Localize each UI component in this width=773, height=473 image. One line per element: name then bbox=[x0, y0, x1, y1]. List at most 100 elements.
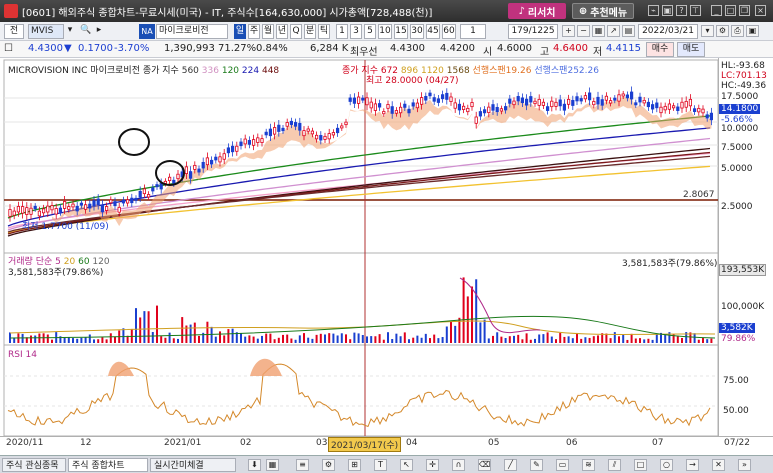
interval-60-button[interactable]: 60 bbox=[442, 24, 456, 39]
volume-bar bbox=[504, 338, 507, 343]
rectangle-icon[interactable]: □ bbox=[634, 459, 647, 471]
volume-bar bbox=[651, 339, 654, 343]
volume-bar bbox=[332, 333, 335, 343]
print-icon[interactable]: ⎙ bbox=[731, 25, 744, 37]
crosshair-icon[interactable]: ✛ bbox=[426, 459, 439, 471]
volume-bar bbox=[294, 339, 297, 343]
zoom-in-icon[interactable]: + bbox=[562, 25, 575, 37]
indicator-icon[interactable]: ≡ bbox=[296, 459, 309, 471]
pin-icon[interactable]: ⊤ bbox=[690, 5, 701, 16]
cursor-icon[interactable]: ↖ bbox=[400, 459, 413, 471]
volume-bar bbox=[261, 335, 263, 343]
period-quarter-tab[interactable]: Q bbox=[290, 24, 302, 39]
period-week-tab[interactable]: 주 bbox=[248, 24, 260, 39]
buy-button[interactable]: 매수 bbox=[646, 42, 674, 57]
lock-icon[interactable]: ▣ bbox=[662, 5, 673, 16]
more-tools-icon[interactable]: » bbox=[738, 459, 751, 471]
ruler-icon[interactable]: ▭ bbox=[556, 459, 569, 471]
range-input[interactable]: 179/1225 bbox=[508, 24, 558, 39]
maximize-icon[interactable]: □ bbox=[725, 5, 736, 16]
period-month-tab[interactable]: 월 bbox=[262, 24, 274, 39]
volume-bar bbox=[576, 332, 578, 343]
candle-body bbox=[432, 97, 436, 102]
interval-45-button[interactable]: 45 bbox=[426, 24, 440, 39]
zoom-out-icon[interactable]: − bbox=[577, 25, 590, 37]
recommend-menu-button[interactable]: ⊕ 추천메뉴 bbox=[572, 3, 634, 19]
symbol-next-icon[interactable]: ▸ bbox=[94, 24, 104, 39]
symbol-input[interactable]: MVIS bbox=[28, 24, 64, 39]
sell-button[interactable]: 매도 bbox=[677, 42, 705, 57]
symbol-search-icon[interactable]: ▾ bbox=[64, 24, 76, 39]
volume-bar bbox=[597, 335, 599, 343]
grid-icon[interactable]: ▦ bbox=[592, 25, 605, 37]
interval-5-button[interactable]: 5 bbox=[364, 24, 376, 39]
candle-body bbox=[29, 207, 33, 215]
download-icon[interactable]: ⬇ bbox=[248, 459, 261, 471]
channel-icon[interactable]: ⫽ bbox=[608, 459, 621, 471]
trendline-icon[interactable]: ╱ bbox=[504, 459, 517, 471]
gear-icon[interactable]: ⚙ bbox=[322, 459, 335, 471]
minimize-icon[interactable]: _ bbox=[711, 5, 722, 16]
question-icon[interactable]: ? bbox=[676, 5, 687, 16]
candle-body bbox=[214, 156, 218, 161]
volume-bar bbox=[93, 339, 95, 343]
restore-icon[interactable]: ❐ bbox=[739, 5, 750, 16]
arrow-icon[interactable]: ↗ bbox=[607, 25, 620, 37]
volume-bar bbox=[231, 328, 234, 343]
task-chart[interactable]: 주식 종합차트 bbox=[68, 458, 148, 472]
symbol-lookup-icon[interactable]: 🔍 bbox=[80, 24, 92, 39]
pen-icon[interactable]: ✎ bbox=[530, 459, 543, 471]
volume-bar bbox=[588, 337, 591, 343]
volume-bar bbox=[277, 337, 280, 343]
research-button[interactable]: ♪ 리서치 bbox=[508, 3, 566, 19]
interval-10-button[interactable]: 10 bbox=[378, 24, 392, 39]
low-value: 4.4115 bbox=[606, 43, 641, 54]
period-minute-tab[interactable]: 분 bbox=[304, 24, 316, 39]
volume-bar bbox=[298, 335, 301, 343]
arrow-tool-icon[interactable]: → bbox=[686, 459, 699, 471]
interval-3-button[interactable]: 3 bbox=[350, 24, 362, 39]
period-day-tab[interactable]: 일 bbox=[234, 24, 246, 39]
date-label: 12 bbox=[80, 438, 92, 448]
volume-bar bbox=[429, 338, 431, 343]
circle-icon[interactable]: ○ bbox=[660, 459, 673, 471]
settings-icon[interactable]: ⚙ bbox=[716, 25, 729, 37]
volume-bar bbox=[151, 332, 154, 343]
candle-body bbox=[146, 194, 151, 198]
count-select[interactable]: 1 bbox=[460, 24, 486, 39]
text-tool-icon[interactable]: T bbox=[374, 459, 387, 471]
candle-body bbox=[264, 131, 268, 136]
calendar-icon[interactable]: ▤ bbox=[622, 25, 635, 37]
compare-icon[interactable]: ⊞ bbox=[348, 459, 361, 471]
high-label: 고 bbox=[540, 47, 550, 58]
link-icon[interactable]: ⌁ bbox=[648, 5, 659, 16]
save-icon[interactable]: ▣ bbox=[746, 25, 759, 37]
candle-body bbox=[188, 171, 193, 179]
period-tick-tab[interactable]: 틱 bbox=[318, 24, 330, 39]
volume-bar bbox=[101, 337, 104, 343]
date-input[interactable]: 2022/03/21 bbox=[638, 24, 698, 39]
candle-body bbox=[281, 127, 285, 132]
interval-30-button[interactable]: 30 bbox=[410, 24, 424, 39]
fibonacci-icon[interactable]: ≋ bbox=[582, 459, 595, 471]
volume-bar bbox=[286, 334, 289, 343]
date-label: 07 bbox=[652, 438, 664, 448]
symbol-name-field[interactable]: 마이크로비전 bbox=[156, 24, 228, 39]
eraser-icon[interactable]: ⌫ bbox=[478, 459, 491, 471]
period-year-tab[interactable]: 년 bbox=[276, 24, 288, 39]
calendar-picker-icon[interactable]: ▾ bbox=[701, 25, 714, 37]
candle-body bbox=[298, 122, 302, 131]
task-unfilled[interactable]: 실시간미체결 bbox=[150, 458, 236, 472]
task-watchlist[interactable]: 주식 관심종목 bbox=[2, 458, 66, 472]
magnet-icon[interactable]: ∩ bbox=[452, 459, 465, 471]
menu-button[interactable]: 전 bbox=[4, 24, 24, 39]
interval-1-button[interactable]: 1 bbox=[336, 24, 348, 39]
layout-icon[interactable]: ▦ bbox=[266, 459, 279, 471]
candle-body bbox=[394, 110, 399, 114]
volume-bar bbox=[399, 336, 402, 343]
close-icon[interactable]: × bbox=[755, 5, 766, 16]
interval-15-button[interactable]: 15 bbox=[394, 24, 408, 39]
delete-drawings-icon[interactable]: ✕ bbox=[712, 459, 725, 471]
candle-body bbox=[604, 95, 609, 101]
candle-body bbox=[142, 188, 146, 195]
